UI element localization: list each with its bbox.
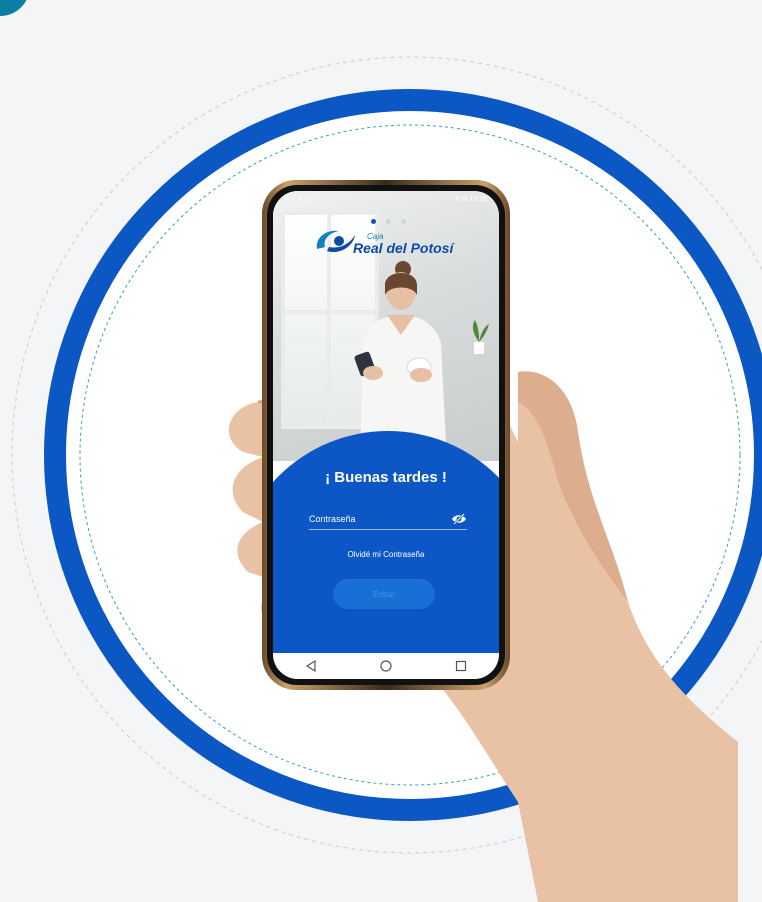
recents-square-icon[interactable]	[451, 659, 471, 673]
greeting-title: ¡ Buenas tardes !	[325, 469, 447, 486]
password-field-row	[309, 509, 467, 530]
status-battery: 9 %	[455, 195, 468, 203]
enter-button[interactable]: Entrar	[333, 579, 435, 609]
home-circle-icon[interactable]	[376, 659, 396, 673]
brand-logo: Caja Real del Potosí	[313, 221, 463, 255]
phone-frame: ℕ ⁞ ≋ ▯ ⁿ 9 % 12:25 Caja Real del Potosí…	[262, 180, 510, 690]
status-signal-icons: ℕ ⁞ ≋ ▯ ⁿ	[285, 196, 313, 203]
plant-decoration	[472, 320, 489, 354]
logo-text: Caja Real del Potosí	[353, 233, 454, 256]
app-screen: ℕ ⁞ ≋ ▯ ⁿ 9 % 12:25 Caja Real del Potosí…	[273, 191, 499, 679]
forgot-password-link[interactable]: Olvidé mi Contraseña	[273, 550, 499, 559]
back-triangle-icon[interactable]	[301, 659, 321, 673]
eye-slash-icon[interactable]	[451, 513, 467, 525]
logo-line-2: Real del Potosí	[353, 240, 454, 256]
status-right: 9 % 12:25	[455, 196, 487, 203]
android-nav-bar	[273, 653, 499, 679]
phone-bezel: ℕ ⁞ ≋ ▯ ⁿ 9 % 12:25 Caja Real del Potosí…	[267, 185, 505, 685]
status-bar: ℕ ⁞ ≋ ▯ ⁿ 9 % 12:25	[273, 191, 499, 207]
status-time: 12:25	[469, 195, 487, 203]
password-input[interactable]	[309, 514, 429, 524]
